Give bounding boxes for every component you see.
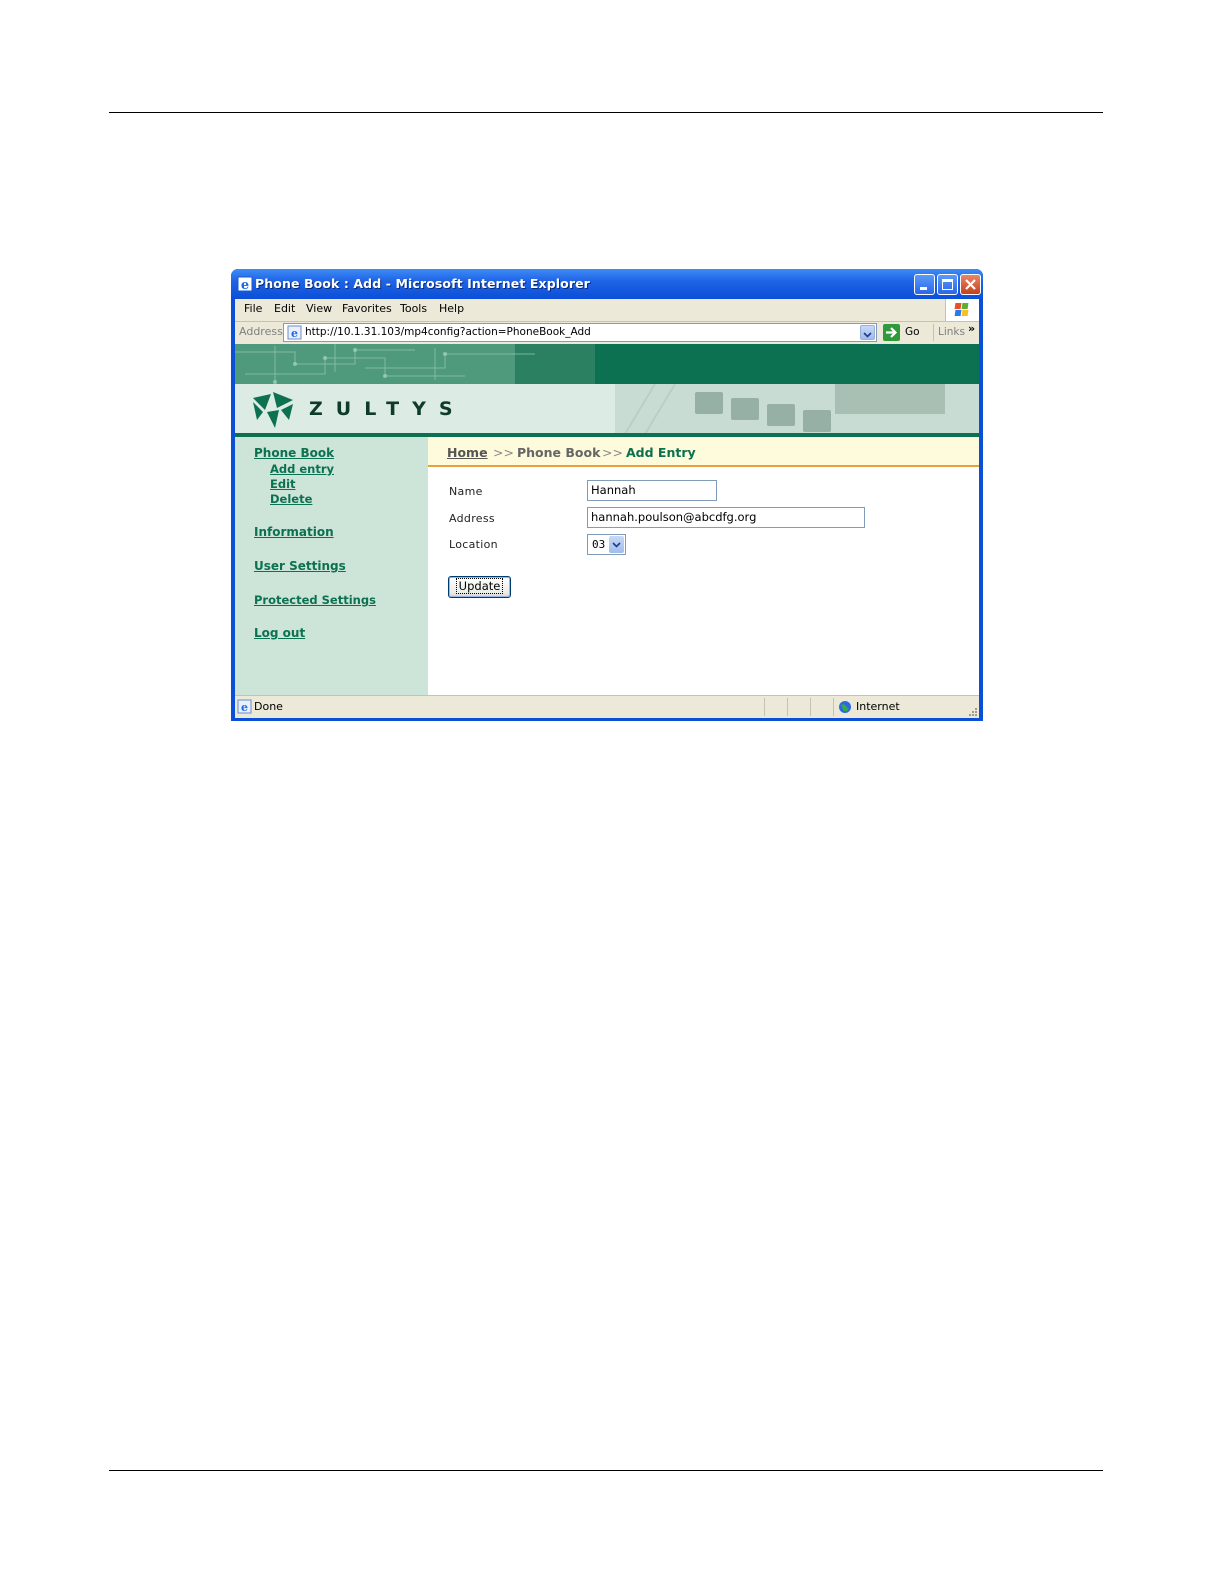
address-dropdown-button[interactable] — [860, 325, 875, 340]
ie-logo-icon: e — [237, 276, 253, 292]
status-text: Done — [254, 700, 283, 713]
banner-top — [235, 344, 979, 384]
page-top-rule — [109, 112, 1103, 113]
menu-tools[interactable]: Tools — [400, 302, 427, 315]
location-select[interactable]: 03 — [587, 534, 626, 555]
name-field[interactable]: Hannah — [587, 480, 717, 501]
update-button[interactable]: Update — [448, 576, 511, 598]
menu-bar: File Edit View Favorites Tools Help — [235, 299, 979, 322]
nav-edit[interactable]: Edit — [270, 477, 296, 491]
minimize-icon — [920, 287, 927, 290]
resize-grip-icon[interactable] — [967, 706, 977, 716]
nav-protected-settings[interactable]: Protected Settings — [254, 593, 376, 607]
address-url: http://10.1.31.103/mp4config?action=Phon… — [305, 326, 591, 338]
title-bar[interactable]: e Phone Book : Add - Microsoft Internet … — [231, 269, 983, 299]
name-label: Name — [449, 485, 483, 498]
minimize-button[interactable] — [914, 274, 935, 295]
chevron-right-icon[interactable]: » — [968, 322, 975, 335]
nav-add-entry[interactable]: Add entry — [270, 462, 334, 476]
go-arrow-icon[interactable] — [883, 324, 900, 341]
zultys-logo-text: ZULTYS — [309, 398, 466, 420]
page-bottom-rule — [109, 1470, 1103, 1471]
nav-user-settings[interactable]: User Settings — [254, 559, 346, 573]
location-dropdown-button[interactable] — [609, 536, 624, 553]
go-button[interactable]: Go — [905, 326, 920, 338]
address-bar: Address e http://10.1.31.103/mp4config?a… — [235, 322, 979, 343]
menu-favorites[interactable]: Favorites — [342, 302, 392, 315]
chevron-down-icon — [863, 332, 872, 338]
breadcrumb-separator: >> — [602, 445, 623, 460]
globe-icon — [839, 701, 851, 713]
menu-file[interactable]: File — [244, 302, 262, 315]
status-divider — [787, 698, 788, 716]
status-divider — [810, 698, 811, 716]
close-icon — [965, 279, 976, 290]
close-button[interactable] — [960, 274, 981, 295]
svg-text:e: e — [241, 701, 248, 714]
windows-flag-icon — [945, 299, 979, 321]
svg-text:e: e — [241, 278, 249, 292]
links-button[interactable]: Links — [938, 326, 965, 338]
menu-view[interactable]: View — [306, 302, 332, 315]
nav-log-out[interactable]: Log out — [254, 626, 305, 640]
nav-phone-book[interactable]: Phone Book — [254, 446, 334, 460]
svg-text:e: e — [291, 327, 298, 340]
breadcrumb-phone-book: Phone Book — [517, 445, 601, 460]
status-divider — [764, 698, 765, 716]
menu-help[interactable]: Help — [439, 302, 464, 315]
breadcrumb-current: Add Entry — [626, 445, 696, 460]
address-label: Address — [239, 325, 283, 338]
zultys-logo-icon — [253, 392, 293, 428]
chevron-down-icon — [612, 542, 621, 548]
menu-edit[interactable]: Edit — [274, 302, 295, 315]
ie-page-icon: e — [287, 325, 302, 340]
ie-page-icon: e — [237, 699, 252, 714]
address-label: Address — [449, 512, 495, 525]
location-label: Location — [449, 538, 498, 551]
web-page: ZULTYS Phone Book Add entry Edit Delete … — [235, 344, 979, 695]
nav-delete[interactable]: Delete — [270, 492, 312, 506]
breadcrumb-home[interactable]: Home — [447, 445, 488, 460]
browser-window: e Phone Book : Add - Microsoft Internet … — [231, 269, 983, 721]
status-bar: e Done Internet — [235, 695, 979, 718]
links-divider — [933, 324, 934, 341]
maximize-button[interactable] — [937, 274, 958, 295]
address-input[interactable]: e http://10.1.31.103/mp4config?action=Ph… — [283, 323, 877, 342]
window-title: Phone Book : Add - Microsoft Internet Ex… — [255, 276, 590, 291]
nav-information[interactable]: Information — [254, 525, 334, 539]
update-button-label: Update — [455, 578, 504, 594]
circuit-pattern-image — [235, 344, 595, 384]
breadcrumb-separator: >> — [493, 445, 514, 460]
status-divider — [833, 698, 834, 716]
breadcrumb: Home >> Phone Book >> Add Entry — [428, 437, 979, 467]
sidebar: Phone Book Add entry Edit Delete Informa… — [235, 437, 428, 695]
browser-client: File Edit View Favorites Tools Help Addr… — [235, 299, 979, 718]
security-zone: Internet — [856, 700, 900, 713]
email-address-field[interactable]: hannah.poulson@abcdfg.org — [587, 507, 865, 528]
maximize-icon — [942, 279, 953, 290]
location-value: 03 — [592, 538, 606, 551]
